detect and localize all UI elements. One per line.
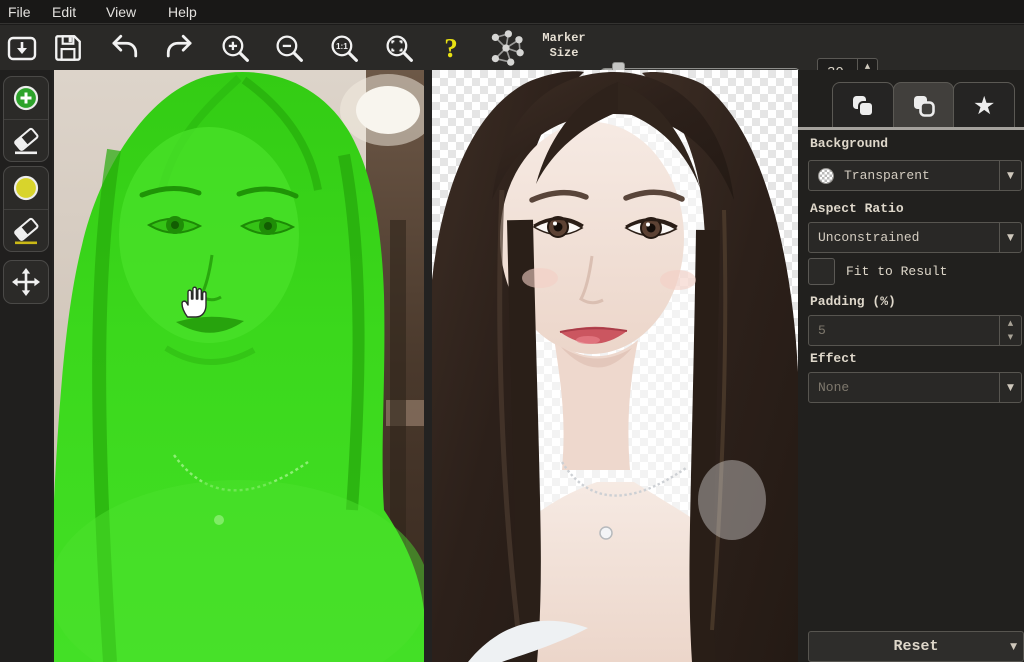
segmentation-network-icon <box>486 29 526 67</box>
zoom-fit-button[interactable] <box>380 29 418 67</box>
menu-file[interactable]: File <box>2 0 37 24</box>
effect-label: Effect <box>810 351 857 366</box>
reset-dropdown-arrow-icon: ▼ <box>1010 642 1017 652</box>
zoom-fit-icon <box>384 33 415 64</box>
tool-sidebar <box>0 70 52 662</box>
hand-cursor <box>178 284 210 320</box>
tab-favorites[interactable]: ★ <box>953 82 1015 128</box>
erase-background-marker-button[interactable] <box>4 209 48 251</box>
move-icon <box>11 267 41 297</box>
padding-increment-button[interactable]: ▲ <box>1000 316 1021 331</box>
add-background-marker-button[interactable] <box>4 167 48 209</box>
zoom-actual-size-icon: 1:1 <box>329 33 360 64</box>
aspect-ratio-dropdown[interactable]: Unconstrained ▼ <box>808 222 1022 253</box>
fit-to-result-checkbox[interactable] <box>808 258 835 285</box>
padding-value: 5 <box>809 323 826 338</box>
marker-size-label-line2: Size <box>532 46 596 61</box>
redo-icon <box>164 33 196 63</box>
app-window: File Edit View Help <box>0 0 1024 662</box>
pan-tool-button[interactable] <box>4 261 48 303</box>
menu-edit[interactable]: Edit <box>46 0 82 24</box>
import-image-icon <box>6 32 38 64</box>
menu-help[interactable]: Help <box>162 0 203 24</box>
reset-button[interactable]: Reset ▼ <box>808 631 1024 662</box>
segmentation-network-button[interactable] <box>482 29 530 67</box>
save-icon <box>52 32 84 64</box>
save-button[interactable] <box>50 29 86 67</box>
add-marker-icon <box>11 83 41 113</box>
padding-spin-buttons: ▲ ▼ <box>999 316 1021 345</box>
undo-button[interactable] <box>104 29 144 67</box>
toolbar: 1:1 ? <box>0 25 1024 70</box>
aspect-ratio-dropdown-value: Unconstrained <box>809 230 919 245</box>
effect-dropdown-value: None <box>809 380 849 395</box>
eraser-icon <box>11 126 41 156</box>
transparent-swatch-icon <box>817 167 835 185</box>
aspect-ratio-label: Aspect Ratio <box>810 201 904 216</box>
background-dropdown-arrow-icon[interactable]: ▼ <box>999 161 1021 190</box>
menu-view[interactable]: View <box>100 0 142 24</box>
import-image-button[interactable] <box>4 29 40 67</box>
erase-foreground-marker-button[interactable] <box>4 119 48 161</box>
settings-panel: ★ Background Transparent ▼ Aspect Ratio … <box>798 70 1024 662</box>
background-marker-group <box>3 166 49 252</box>
effect-dropdown-arrow-icon[interactable]: ▼ <box>999 373 1021 402</box>
marker-size-label: Marker Size <box>532 31 596 65</box>
pan-tool-group <box>3 260 49 304</box>
effect-dropdown[interactable]: None ▼ <box>808 372 1022 403</box>
eraser-yellow-icon <box>11 216 41 246</box>
help-icon: ? <box>444 33 458 64</box>
panel-divider <box>798 127 1024 130</box>
padding-spinbox[interactable]: 5 ▲ ▼ <box>808 315 1022 346</box>
zoom-out-button[interactable] <box>270 29 308 67</box>
fit-to-result-label: Fit to Result <box>846 264 947 279</box>
marker-size-label-line1: Marker <box>532 31 596 46</box>
padding-label: Padding (%) <box>810 294 896 309</box>
undo-icon <box>108 33 140 63</box>
zoom-in-icon <box>220 33 251 64</box>
source-image-with-mask <box>54 70 424 662</box>
zoom-out-icon <box>274 33 305 64</box>
padding-decrement-button[interactable]: ▼ <box>1000 331 1021 346</box>
help-button[interactable]: ? <box>436 29 466 67</box>
redo-button[interactable] <box>160 29 200 67</box>
background-dropdown[interactable]: Transparent ▼ <box>808 160 1022 191</box>
background-label: Background <box>810 136 888 151</box>
copy-filled-icon <box>850 93 876 119</box>
foreground-marker-group <box>3 76 49 162</box>
result-image-pane[interactable] <box>432 70 798 662</box>
panel-tabs: ★ <box>832 82 1014 128</box>
add-foreground-marker-button[interactable] <box>4 77 48 119</box>
zoom-in-button[interactable] <box>216 29 254 67</box>
reset-button-label: Reset <box>893 638 938 655</box>
result-image <box>432 70 798 662</box>
menu-bar: File Edit View Help <box>0 0 1024 24</box>
copy-outline-icon <box>911 93 937 119</box>
zoom-actual-size-button[interactable]: 1:1 <box>324 29 364 67</box>
source-image-pane[interactable] <box>54 70 424 662</box>
background-marker-icon <box>11 173 41 203</box>
tab-copy-outline[interactable] <box>893 82 955 128</box>
tab-copy-filled[interactable] <box>832 82 894 128</box>
star-icon: ★ <box>973 93 995 118</box>
actual-size-label: 1:1 <box>335 42 347 51</box>
canvas-area <box>52 70 798 662</box>
aspect-ratio-dropdown-arrow-icon[interactable]: ▼ <box>999 223 1021 252</box>
background-dropdown-value: Transparent <box>835 168 930 183</box>
